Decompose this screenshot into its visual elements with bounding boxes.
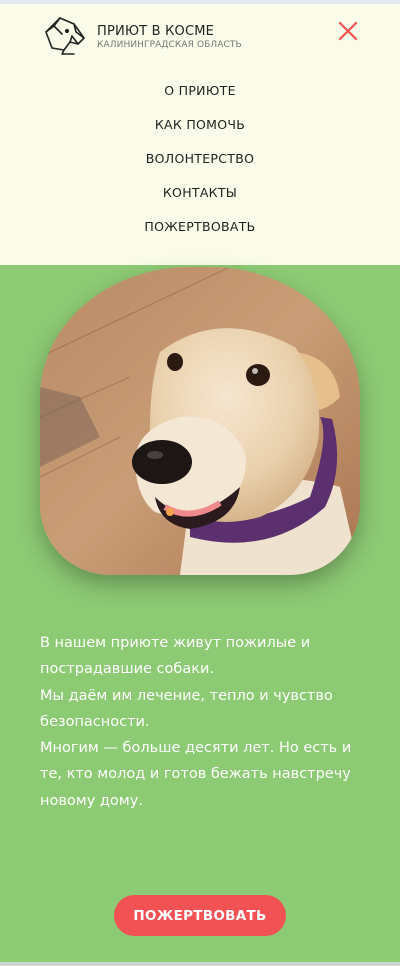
intro-paragraph: Многим — больше десяти лет. Но есть и те… — [40, 740, 352, 809]
header: ПРИЮТ В КОСМЕ КАЛИНИНГРАДСКАЯ ОБЛАСТЬ О … — [0, 4, 400, 265]
nav-item-contacts[interactable]: КОНТАКТЫ — [163, 182, 237, 216]
close-icon[interactable] — [336, 19, 360, 43]
bottom-edge — [0, 962, 400, 966]
brand-title: ПРИЮТ В КОСМЕ — [97, 24, 215, 39]
intro-paragraph: Мы даём им лечение, тепло и чувство безо… — [40, 687, 333, 730]
main-nav: О ПРИЮТЕ КАК ПОМОЧЬ ВОЛОНТЕРСТВО КОНТАКТ… — [0, 80, 400, 250]
nav-item-how-to-help[interactable]: КАК ПОМОЧЬ — [155, 114, 245, 148]
nav-item-volunteering[interactable]: ВОЛОНТЕРСТВО — [146, 148, 255, 182]
intro-text: В нашем приюте живут пожилые и пострадав… — [40, 630, 370, 814]
brand-subtitle: КАЛИНИНГРАДСКАЯ ОБЛАСТЬ — [97, 40, 242, 50]
intro-paragraph: В нашем приюте живут пожилые и пострадав… — [40, 635, 311, 678]
dog-head-icon[interactable] — [40, 12, 92, 56]
nav-item-about[interactable]: О ПРИЮТЕ — [164, 80, 236, 114]
nav-item-donate[interactable]: ПОЖЕРТВОВАТЬ — [144, 216, 255, 250]
donate-button[interactable]: ПОЖЕРТВОВАТЬ — [114, 895, 286, 936]
dog-photo — [40, 267, 360, 575]
